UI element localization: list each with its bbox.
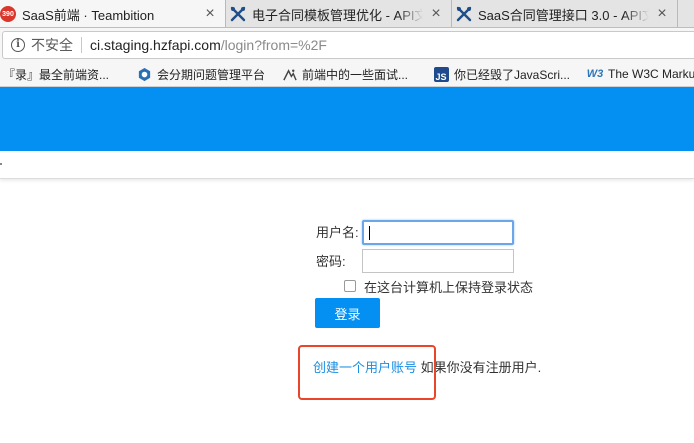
bookmark-label: The W3C Marku <box>608 67 694 81</box>
crossed-tools-icon <box>230 6 246 22</box>
bookmarks-bar: 『录』最全前端资... 会分期问题管理平台 前端中的一些面试... JS 你已经… <box>0 62 694 87</box>
tab-strip: 390 SaaS前端 · Teambition × 电子合同模板管理优化 - A… <box>0 0 694 28</box>
annotation-highlight-box <box>298 345 436 400</box>
tab-contract-api[interactable]: SaaS合同管理接口 3.0 - API文档 × <box>452 0 678 27</box>
bookmark-javascript[interactable]: JS 你已经毁了JavaScri... <box>433 62 570 86</box>
bookmark-w3c[interactable]: W3 The W3C Marku <box>587 62 694 86</box>
address-separator <box>81 37 82 53</box>
password-label: 密码: <box>316 254 346 269</box>
remember-me-checkbox[interactable] <box>344 280 356 292</box>
tab-title: SaaS合同管理接口 3.0 - API文档 <box>478 7 649 23</box>
text-caret <box>369 226 370 240</box>
app-header <box>0 87 694 151</box>
390-badge-icon: 390 <box>0 6 16 22</box>
tab-overflow[interactable] <box>678 0 694 27</box>
bookmark-issue-platform[interactable]: 会分期问题管理平台 <box>136 62 265 86</box>
bookmark-label: 『录』最全前端资... <box>3 67 110 82</box>
tab-contract-template[interactable]: 电子合同模板管理优化 - API文档 × <box>226 0 452 27</box>
address-bar[interactable]: i 不安全 ci.staging.hzfapi.com/login?from=%… <box>2 31 694 59</box>
tab-title: 电子合同模板管理优化 - API文档 <box>252 7 423 23</box>
url-host[interactable]: ci.staging.hzfapi.com <box>90 37 221 53</box>
info-icon[interactable]: i <box>11 38 25 52</box>
bookmark-frontend-resources[interactable]: 『录』最全前端资... <box>3 62 109 86</box>
app-subbar <box>0 151 694 179</box>
bookmark-label: 你已经毁了JavaScri... <box>454 67 571 82</box>
tab-title: SaaS前端 · Teambition <box>22 7 155 23</box>
close-icon[interactable]: × <box>655 6 669 22</box>
signup-hint: 如果你没有注册用户. <box>420 360 542 375</box>
username-label: 用户名: <box>316 225 359 240</box>
close-icon[interactable]: × <box>429 6 443 22</box>
username-input[interactable] <box>362 220 514 245</box>
remember-me-label[interactable]: 在这台计算机上保持登录状态 <box>364 277 533 296</box>
bookmark-interview[interactable]: 前端中的一些面试... <box>281 62 408 86</box>
browser-toolbar: i 不安全 ci.staging.hzfapi.com/login?from=%… <box>0 28 694 62</box>
url-path[interactable]: /login?from=%2F <box>221 37 327 53</box>
mountain-icon <box>281 66 297 82</box>
password-input[interactable] <box>362 249 514 273</box>
security-label[interactable]: 不安全 <box>31 35 73 55</box>
bookmark-label: 会分期问题管理平台 <box>157 67 266 82</box>
js-icon: JS <box>433 66 449 82</box>
subbar-marker <box>0 163 2 165</box>
crossed-tools-icon <box>456 6 472 22</box>
bookmark-label: 前端中的一些面试... <box>302 67 409 82</box>
w3-icon: W3 <box>586 68 604 80</box>
close-icon[interactable]: × <box>203 6 217 22</box>
tab-saas-teambition[interactable]: 390 SaaS前端 · Teambition × <box>0 0 226 27</box>
login-button[interactable]: 登录 <box>315 298 380 328</box>
hexagon-icon <box>136 66 152 82</box>
